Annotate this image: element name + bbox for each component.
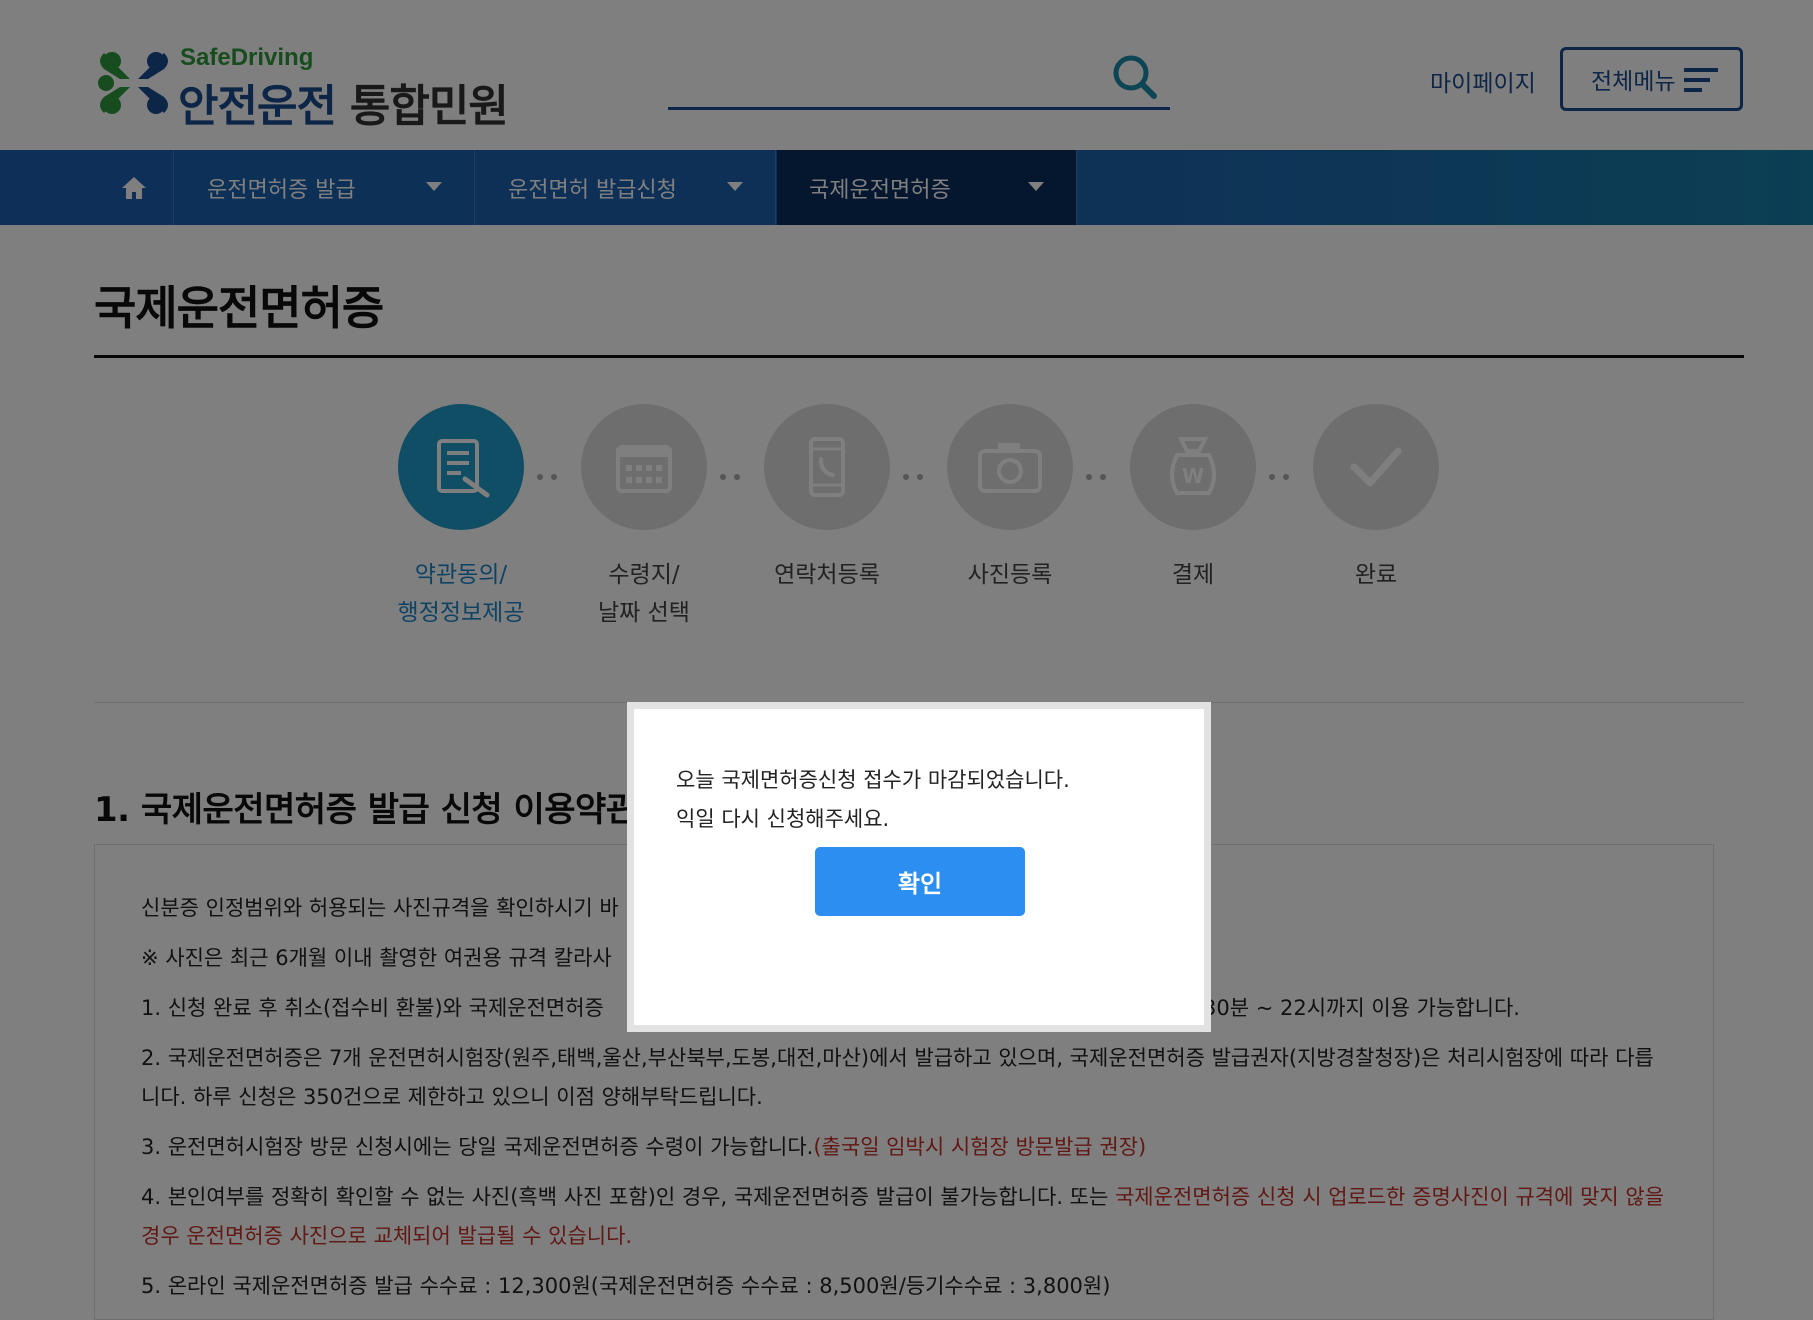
alert-message-line2: 익일 다시 신청해주세요. bbox=[676, 807, 890, 831]
modal-overlay bbox=[0, 0, 1813, 1320]
alert-message: 오늘 국제면허증신청 접수가 마감되었습니다. 익일 다시 신청해주세요. bbox=[676, 761, 1070, 839]
alert-message-line1: 오늘 국제면허증신청 접수가 마감되었습니다. bbox=[676, 768, 1070, 792]
alert-dialog: 오늘 국제면허증신청 접수가 마감되었습니다. 익일 다시 신청해주세요. 확인 bbox=[627, 702, 1211, 1032]
confirm-button[interactable]: 확인 bbox=[815, 847, 1025, 916]
